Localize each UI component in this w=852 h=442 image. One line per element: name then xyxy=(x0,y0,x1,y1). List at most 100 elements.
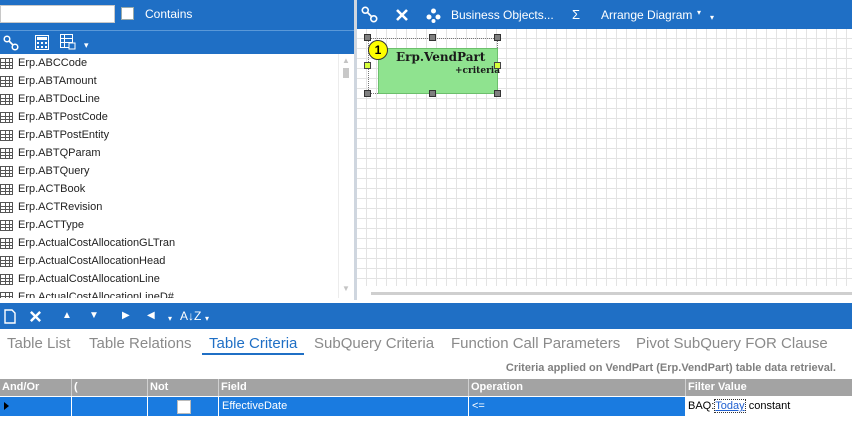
table-list-toolbar: ▾ xyxy=(0,30,354,54)
column-operation[interactable]: Operation xyxy=(469,379,686,396)
arrange-diagram-arrow-icon[interactable]: ▾ xyxy=(697,0,701,28)
move-left-icon[interactable]: ◀ xyxy=(147,303,155,329)
table-icon xyxy=(0,75,13,87)
column-field[interactable]: Field xyxy=(219,379,469,396)
resize-handle[interactable] xyxy=(494,90,501,97)
resize-handle[interactable] xyxy=(364,34,371,41)
link-icon[interactable] xyxy=(361,6,378,23)
business-objects-button[interactable]: Business Objects... xyxy=(451,0,554,30)
table-grid-icon[interactable] xyxy=(60,34,76,50)
criteria-tabs: Table List Table Relations Table Criteri… xyxy=(0,331,852,357)
chevron-down-icon[interactable]: ▾ xyxy=(168,306,172,332)
cell-field[interactable]: EffectiveDate xyxy=(219,397,469,416)
cell-filter-value[interactable]: BAQ:Today constant xyxy=(686,397,852,416)
table-icon xyxy=(0,273,13,285)
list-item-label: Erp.ABTQuery xyxy=(18,165,90,177)
table-icon xyxy=(0,255,13,267)
delete-icon[interactable] xyxy=(395,8,409,22)
row-indicator-icon xyxy=(4,402,9,410)
tab-table-criteria[interactable]: Table Criteria xyxy=(209,335,297,352)
list-item-label: Erp.ACTType xyxy=(18,219,85,231)
sort-icon[interactable]: A↓Z xyxy=(180,303,201,329)
arrange-diagram-button[interactable]: Arrange Diagram xyxy=(601,0,692,30)
table-list-scrollbar[interactable]: ▲ ▼ xyxy=(338,54,354,298)
list-item[interactable]: Erp.ACTRevision xyxy=(0,198,338,216)
table-icon xyxy=(0,237,13,249)
table-icon xyxy=(0,291,13,298)
list-item-label: Erp.ABTPostCode xyxy=(18,111,108,123)
table-search-input[interactable] xyxy=(0,5,115,23)
tab-table-list[interactable]: Table List xyxy=(7,335,70,352)
scroll-down-icon[interactable]: ▼ xyxy=(342,284,350,293)
list-item[interactable]: Erp.ACTBook xyxy=(0,180,338,198)
list-item-label: Erp.ABTPostEntity xyxy=(18,129,110,141)
resize-handle[interactable] xyxy=(494,34,501,41)
list-item[interactable]: Erp.ABCCode xyxy=(0,54,338,72)
criteria-grid-header: And/Or ( Not Field Operation Filter Valu… xyxy=(0,379,852,396)
filter-suffix: constant xyxy=(748,400,791,412)
list-item-label: Erp.ACTRevision xyxy=(18,201,103,213)
list-item[interactable]: Erp.ActualCostAllocationLineD# xyxy=(0,288,338,298)
list-item-label: Erp.ActualCostAllocationGLTran xyxy=(18,237,176,249)
table-icon xyxy=(0,201,13,213)
move-up-icon[interactable]: ▲ xyxy=(62,303,72,329)
cell-operation[interactable]: <= xyxy=(469,397,686,416)
criteria-toolbar: ▲ ▼ ▶ ◀ ▾ A↓Z ▾ xyxy=(0,303,852,329)
link-icon[interactable] xyxy=(3,35,19,51)
calculator-icon[interactable] xyxy=(35,35,49,50)
filter-value-link[interactable]: Today xyxy=(714,399,746,413)
list-item-label: Erp.ABTAmount xyxy=(18,75,97,87)
sigma-icon[interactable]: Σ xyxy=(572,0,580,30)
new-document-icon[interactable] xyxy=(4,309,16,324)
contains-label: Contains xyxy=(145,7,193,21)
column-filter-value[interactable]: Filter Value xyxy=(686,379,852,396)
list-item[interactable]: Erp.ActualCostAllocationLine xyxy=(0,270,338,288)
tab-table-relations[interactable]: Table Relations xyxy=(89,335,192,352)
list-item[interactable]: Erp.ABTQParam xyxy=(0,144,338,162)
resize-handle[interactable] xyxy=(429,90,436,97)
connector-handle[interactable] xyxy=(364,62,371,69)
list-item[interactable]: Erp.ACTType xyxy=(0,216,338,234)
delete-icon[interactable] xyxy=(29,310,42,323)
filter-prefix: BAQ: xyxy=(688,400,715,412)
list-item-label: Erp.ABTDocLine xyxy=(18,93,100,105)
tab-pivot-subquery[interactable]: Pivot SubQuery FOR Clause xyxy=(636,335,828,352)
table-list: Erp.ABCCode Erp.ABTAmount Erp.ABTDocLine Er… xyxy=(0,54,338,298)
column-open-paren[interactable]: ( xyxy=(72,379,148,396)
table-icon xyxy=(0,129,13,141)
cell-and-or[interactable] xyxy=(0,397,72,416)
list-item[interactable]: Erp.ABTPostCode xyxy=(0,108,338,126)
column-and-or[interactable]: And/Or xyxy=(0,379,72,396)
scroll-up-icon[interactable]: ▲ xyxy=(342,56,350,65)
list-item-label: Erp.ActualCostAllocationLine xyxy=(18,273,160,285)
tab-subquery-criteria[interactable]: SubQuery Criteria xyxy=(314,335,434,352)
resize-handle[interactable] xyxy=(429,34,436,41)
chevron-down-icon[interactable]: ▾ xyxy=(205,306,209,332)
resize-handle[interactable] xyxy=(364,90,371,97)
diagram-toolbar: Business Objects... Σ Arrange Diagram ▾ … xyxy=(357,0,852,29)
list-item[interactable]: Erp.ABTPostEntity xyxy=(0,126,338,144)
table-search-bar: Contains xyxy=(0,0,354,30)
connector-handle[interactable] xyxy=(494,62,501,69)
table-icon xyxy=(0,57,13,69)
list-item[interactable]: Erp.ActualCostAllocationGLTran xyxy=(0,234,338,252)
scroll-track[interactable] xyxy=(371,292,852,295)
move-down-icon[interactable]: ▼ xyxy=(89,303,99,329)
list-item[interactable]: Erp.ABTDocLine xyxy=(0,90,338,108)
business-objects-icon[interactable] xyxy=(426,8,441,23)
column-not[interactable]: Not xyxy=(148,379,219,396)
list-item[interactable]: Erp.ABTQuery xyxy=(0,162,338,180)
criteria-caption: Criteria applied on VendPart (Erp.VendPa… xyxy=(505,362,836,374)
tab-function-call-parameters[interactable]: Function Call Parameters xyxy=(451,335,620,352)
cell-open-paren[interactable] xyxy=(72,397,148,416)
scroll-thumb[interactable] xyxy=(343,68,349,78)
not-checkbox[interactable] xyxy=(177,400,191,414)
diagram-horizontal-scrollbar[interactable] xyxy=(357,286,852,300)
move-right-icon[interactable]: ▶ xyxy=(122,303,130,329)
list-item[interactable]: Erp.ABTAmount xyxy=(0,72,338,90)
contains-checkbox[interactable] xyxy=(121,7,134,20)
list-item[interactable]: Erp.ActualCostAllocationHead xyxy=(0,252,338,270)
entity-number-badge: 1 xyxy=(368,40,388,60)
list-item-label: Erp.ACTBook xyxy=(18,183,86,195)
table-icon xyxy=(0,219,13,231)
